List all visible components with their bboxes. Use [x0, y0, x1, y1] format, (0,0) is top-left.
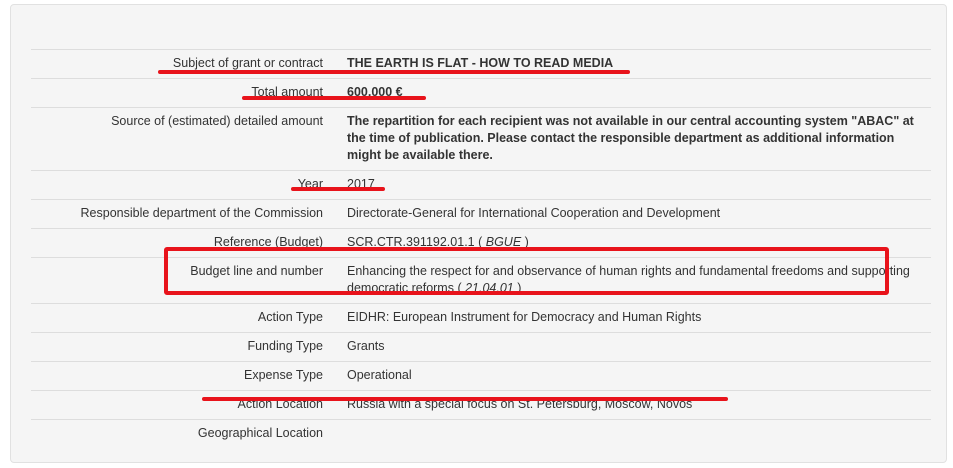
table-row-total-amount: Total amount 600,000 € — [31, 78, 931, 108]
department-label: Responsible department of the Commission — [31, 199, 347, 229]
subject-underline — [158, 70, 630, 74]
table-row-source: Source of (estimated) detailed amount Th… — [31, 107, 931, 171]
table-row-geographical-location: Geographical Location — [31, 419, 931, 448]
action-location-label: Action Location — [31, 390, 347, 420]
source-label: Source of (estimated) detailed amount — [31, 107, 347, 171]
table-row-year: Year 2017 — [31, 170, 931, 200]
action-location-value: Russia with a special focus on St. Peter… — [347, 390, 931, 420]
action-type-label: Action Type — [31, 303, 347, 333]
total-amount-underline — [242, 96, 426, 100]
budget-line-highlight-box — [164, 247, 889, 295]
year-value: 2017 — [347, 170, 931, 200]
action-location-underline — [202, 397, 728, 401]
table-row-funding-type: Funding Type Grants — [31, 332, 931, 362]
table-row-department: Responsible department of the Commission… — [31, 199, 931, 229]
year-underline — [291, 187, 385, 191]
table-row-action-location: Action Location Russia with a special fo… — [31, 390, 931, 420]
geographical-location-value — [347, 419, 931, 448]
year-label: Year — [31, 170, 347, 200]
expense-type-label: Expense Type — [31, 361, 347, 391]
total-amount-value: 600,000 € — [347, 78, 931, 108]
geographical-location-label: Geographical Location — [31, 419, 347, 448]
total-amount-label: Total amount — [31, 78, 347, 108]
expense-type-value: Operational — [347, 361, 931, 391]
department-value: Directorate-General for International Co… — [347, 199, 931, 229]
table-row-action-type: Action Type EIDHR: European Instrument f… — [31, 303, 931, 333]
subject-label: Subject of grant or contract — [31, 49, 347, 79]
subject-value: THE EARTH IS FLAT - HOW TO READ MEDIA — [347, 49, 931, 79]
source-value: The repartition for each recipient was n… — [347, 107, 931, 171]
funding-type-value: Grants — [347, 332, 931, 362]
table-row-expense-type: Expense Type Operational — [31, 361, 931, 391]
action-type-value: EIDHR: European Instrument for Democracy… — [347, 303, 931, 333]
table-row-subject: Subject of grant or contract THE EARTH I… — [31, 49, 931, 79]
funding-type-label: Funding Type — [31, 332, 347, 362]
